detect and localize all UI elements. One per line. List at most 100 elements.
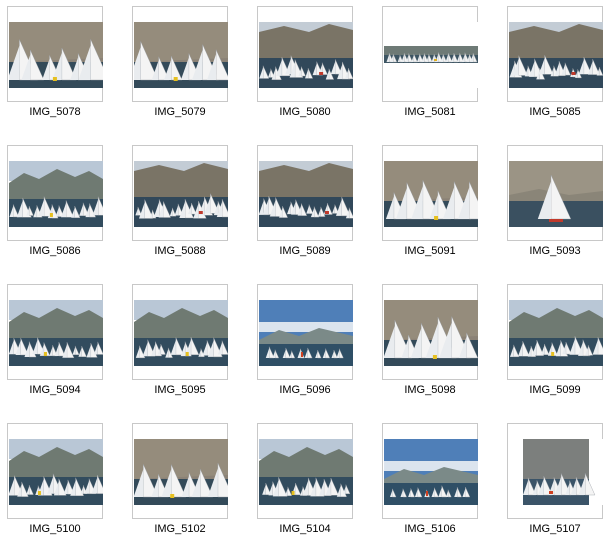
thumbnail-filename[interactable]: IMG_5081 — [382, 106, 478, 118]
sailing-photo-thumbnail[interactable] — [134, 439, 228, 505]
sailing-photo-thumbnail[interactable] — [259, 300, 353, 366]
thumbnail-frame[interactable] — [382, 6, 478, 102]
thumbnail-filename[interactable]: IMG_5093 — [507, 245, 603, 257]
thumbnail-item[interactable]: IMG_5093 — [507, 145, 603, 270]
thumbnail-frame[interactable] — [132, 284, 228, 380]
photo-image — [509, 22, 603, 88]
thumbnail-frame[interactable] — [132, 6, 228, 102]
sailing-photo-thumbnail[interactable] — [509, 439, 603, 505]
thumbnail-item[interactable]: IMG_5100 — [7, 423, 103, 548]
sailing-photo-thumbnail[interactable] — [9, 22, 103, 88]
thumbnail-item[interactable]: IMG_5096 — [257, 284, 353, 409]
thumbnail-filename[interactable]: IMG_5091 — [382, 245, 478, 257]
thumbnail-filename[interactable]: IMG_5086 — [7, 245, 103, 257]
thumbnail-item[interactable]: IMG_5106 — [382, 423, 478, 548]
thumbnail-filename[interactable]: IMG_5096 — [257, 384, 353, 396]
thumbnail-frame[interactable] — [132, 145, 228, 241]
photo-image — [509, 300, 603, 366]
sailing-photo-thumbnail[interactable] — [509, 161, 603, 227]
photo-image — [384, 22, 478, 88]
thumbnail-frame[interactable] — [382, 284, 478, 380]
photo-image — [259, 161, 353, 227]
sailing-photo-thumbnail[interactable] — [384, 161, 478, 227]
thumbnail-item[interactable]: IMG_5081 — [382, 6, 478, 131]
thumbnail-frame[interactable] — [507, 145, 603, 241]
thumbnail-item[interactable]: IMG_5107 — [507, 423, 603, 548]
thumbnail-item[interactable]: IMG_5095 — [132, 284, 228, 409]
thumbnail-item[interactable]: IMG_5088 — [132, 145, 228, 270]
thumbnail-filename[interactable]: IMG_5088 — [132, 245, 228, 257]
sailing-photo-thumbnail[interactable] — [259, 22, 353, 88]
thumbnail-item[interactable]: IMG_5102 — [132, 423, 228, 548]
sailing-photo-thumbnail[interactable] — [134, 161, 228, 227]
sailing-photo-thumbnail[interactable] — [259, 439, 353, 505]
sailing-photo-thumbnail[interactable] — [509, 300, 603, 366]
thumbnail-frame[interactable] — [382, 423, 478, 519]
thumbnail-filename[interactable]: IMG_5098 — [382, 384, 478, 396]
sailing-photo-thumbnail[interactable] — [384, 439, 478, 505]
photo-image — [134, 439, 228, 505]
photo-image — [259, 300, 353, 366]
sailing-photo-thumbnail[interactable] — [134, 300, 228, 366]
thumbnail-frame[interactable] — [132, 423, 228, 519]
thumbnail-filename[interactable]: IMG_5104 — [257, 523, 353, 535]
thumbnail-item[interactable]: IMG_5079 — [132, 6, 228, 131]
thumbnail-frame[interactable] — [507, 6, 603, 102]
thumbnail-item[interactable]: IMG_5078 — [7, 6, 103, 131]
sailing-photo-thumbnail[interactable] — [509, 22, 603, 88]
thumbnail-item[interactable]: IMG_5091 — [382, 145, 478, 270]
thumbnail-item[interactable]: IMG_5085 — [507, 6, 603, 131]
photo-image — [9, 161, 103, 227]
thumbnail-filename[interactable]: IMG_5080 — [257, 106, 353, 118]
thumbnail-frame[interactable] — [7, 6, 103, 102]
thumbnail-frame[interactable] — [7, 145, 103, 241]
sailing-photo-thumbnail[interactable] — [259, 161, 353, 227]
thumbnail-filename[interactable]: IMG_5085 — [507, 106, 603, 118]
thumbnail-frame[interactable] — [507, 284, 603, 380]
photo-image — [259, 439, 353, 505]
sailing-photo-thumbnail[interactable] — [9, 439, 103, 505]
thumbnail-item[interactable]: IMG_5099 — [507, 284, 603, 409]
photo-image — [9, 439, 103, 505]
thumbnail-frame[interactable] — [7, 284, 103, 380]
thumbnail-filename[interactable]: IMG_5079 — [132, 106, 228, 118]
thumbnail-frame[interactable] — [257, 6, 353, 102]
photo-image — [509, 439, 603, 505]
thumbnail-frame[interactable] — [257, 145, 353, 241]
thumbnail-item[interactable]: IMG_5094 — [7, 284, 103, 409]
thumbnail-frame[interactable] — [7, 423, 103, 519]
photo-image — [384, 439, 478, 505]
thumbnail-frame[interactable] — [382, 145, 478, 241]
thumbnail-item[interactable]: IMG_5086 — [7, 145, 103, 270]
photo-image — [259, 22, 353, 88]
thumbnail-filename[interactable]: IMG_5094 — [7, 384, 103, 396]
photo-image — [134, 22, 228, 88]
thumbnail-grid: IMG_5078 IMG_5079 IMG_5080 IMG_5081 IMG_5085… — [0, 0, 613, 545]
photo-image — [134, 300, 228, 366]
thumbnail-filename[interactable]: IMG_5095 — [132, 384, 228, 396]
sailing-photo-thumbnail[interactable] — [384, 22, 478, 88]
thumbnail-frame[interactable] — [257, 284, 353, 380]
photo-image — [384, 300, 478, 366]
thumbnail-filename[interactable]: IMG_5099 — [507, 384, 603, 396]
thumbnail-frame[interactable] — [257, 423, 353, 519]
thumbnail-item[interactable]: IMG_5098 — [382, 284, 478, 409]
photo-image — [509, 161, 603, 227]
sailing-photo-thumbnail[interactable] — [134, 22, 228, 88]
thumbnail-filename[interactable]: IMG_5100 — [7, 523, 103, 535]
thumbnail-frame[interactable] — [507, 423, 603, 519]
thumbnail-item[interactable]: IMG_5104 — [257, 423, 353, 548]
thumbnail-filename[interactable]: IMG_5078 — [7, 106, 103, 118]
thumbnail-filename[interactable]: IMG_5107 — [507, 523, 603, 535]
photo-image — [134, 161, 228, 227]
sailing-photo-thumbnail[interactable] — [9, 161, 103, 227]
sailing-photo-thumbnail[interactable] — [9, 300, 103, 366]
thumbnail-filename[interactable]: IMG_5089 — [257, 245, 353, 257]
thumbnail-item[interactable]: IMG_5089 — [257, 145, 353, 270]
photo-image — [9, 300, 103, 366]
thumbnail-item[interactable]: IMG_5080 — [257, 6, 353, 131]
sailing-photo-thumbnail[interactable] — [384, 300, 478, 366]
thumbnail-filename[interactable]: IMG_5106 — [382, 523, 478, 535]
photo-image — [384, 161, 478, 227]
thumbnail-filename[interactable]: IMG_5102 — [132, 523, 228, 535]
